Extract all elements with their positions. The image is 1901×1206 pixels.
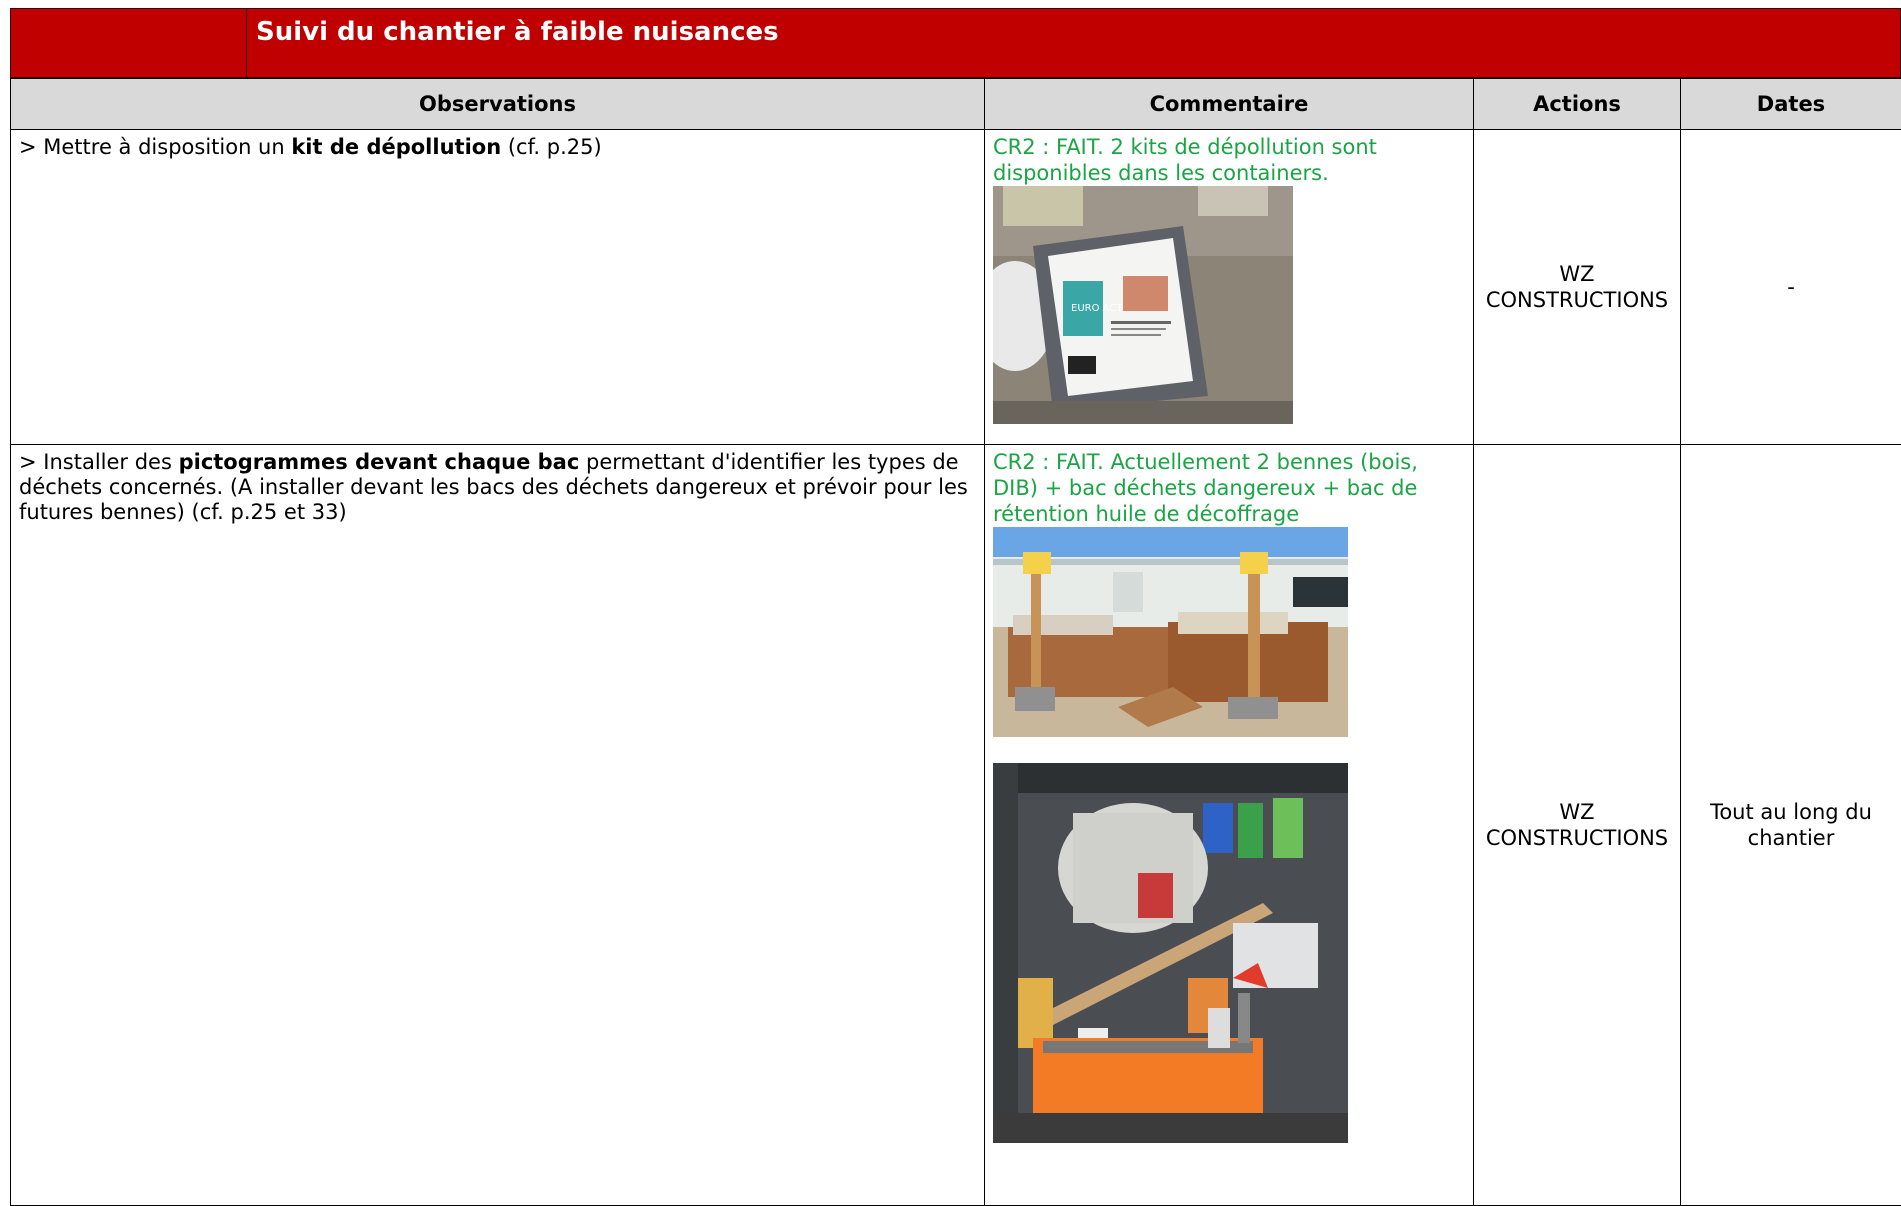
photo-depollution-kit: EURO ACT bbox=[993, 186, 1293, 424]
actions-line2: CONSTRUCTIONS bbox=[1474, 825, 1680, 851]
commentaire-text: CR2 : FAIT. Actuellement 2 bennes (bois,… bbox=[985, 445, 1473, 527]
report-page: Suivi du chantier à faible nuisances Obs… bbox=[0, 0, 1901, 1133]
actions-cell: WZ CONSTRUCTIONS bbox=[1474, 445, 1681, 1206]
observation-text: > Installer des pictogrammes devant chaq… bbox=[11, 445, 984, 530]
header-commentaire: Commentaire bbox=[985, 79, 1474, 130]
table-row: > Installer des pictogrammes devant chaq… bbox=[11, 445, 1901, 1206]
actions-line1: WZ bbox=[1474, 261, 1680, 287]
kit-brand-label: EURO ACT bbox=[1071, 303, 1123, 314]
actions-line1: WZ bbox=[1474, 799, 1680, 825]
observation-cell: > Installer des pictogrammes devant chaq… bbox=[11, 445, 985, 1206]
dates-text: Tout au long du chantier bbox=[1681, 799, 1901, 851]
dates-cell: - bbox=[1681, 130, 1901, 445]
observation-cell: > Mettre à disposition un kit de dépollu… bbox=[11, 130, 985, 445]
table-row: > Mettre à disposition un kit de dépollu… bbox=[11, 130, 1901, 445]
observation-emphasis: pictogrammes devant chaque bac bbox=[179, 450, 580, 474]
observations-table: Observations Commentaire Actions Dates >… bbox=[10, 78, 1901, 1206]
section-title: Suivi du chantier à faible nuisances bbox=[256, 17, 779, 47]
observation-prefix: > Installer des bbox=[19, 450, 179, 474]
table-header-row: Observations Commentaire Actions Dates bbox=[11, 79, 1901, 130]
observation-text: > Mettre à disposition un kit de dépollu… bbox=[11, 130, 984, 165]
title-left-cell bbox=[11, 9, 247, 77]
observation-suffix: (cf. p.25) bbox=[501, 135, 602, 159]
commentaire-text: CR2 : FAIT. 2 kits de dépollution sont d… bbox=[985, 130, 1473, 186]
commentaire-cell: CR2 : FAIT. 2 kits de dépollution sont d… bbox=[985, 130, 1474, 445]
section-title-bar: Suivi du chantier à faible nuisances bbox=[10, 8, 1901, 78]
actions-cell: WZ CONSTRUCTIONS bbox=[1474, 130, 1681, 445]
header-observations: Observations bbox=[11, 79, 985, 130]
dates-cell: Tout au long du chantier bbox=[1681, 445, 1901, 1206]
dates-text: - bbox=[1681, 274, 1901, 300]
observation-prefix: > Mettre à disposition un bbox=[19, 135, 291, 159]
photo-waste-bins bbox=[993, 527, 1348, 737]
commentaire-cell: CR2 : FAIT. Actuellement 2 bennes (bois,… bbox=[985, 445, 1474, 1206]
photo-retention-tray bbox=[993, 763, 1348, 1143]
header-dates: Dates bbox=[1681, 79, 1901, 130]
actions-line2: CONSTRUCTIONS bbox=[1474, 287, 1680, 313]
observation-emphasis: kit de dépollution bbox=[291, 135, 501, 159]
header-actions: Actions bbox=[1474, 79, 1681, 130]
